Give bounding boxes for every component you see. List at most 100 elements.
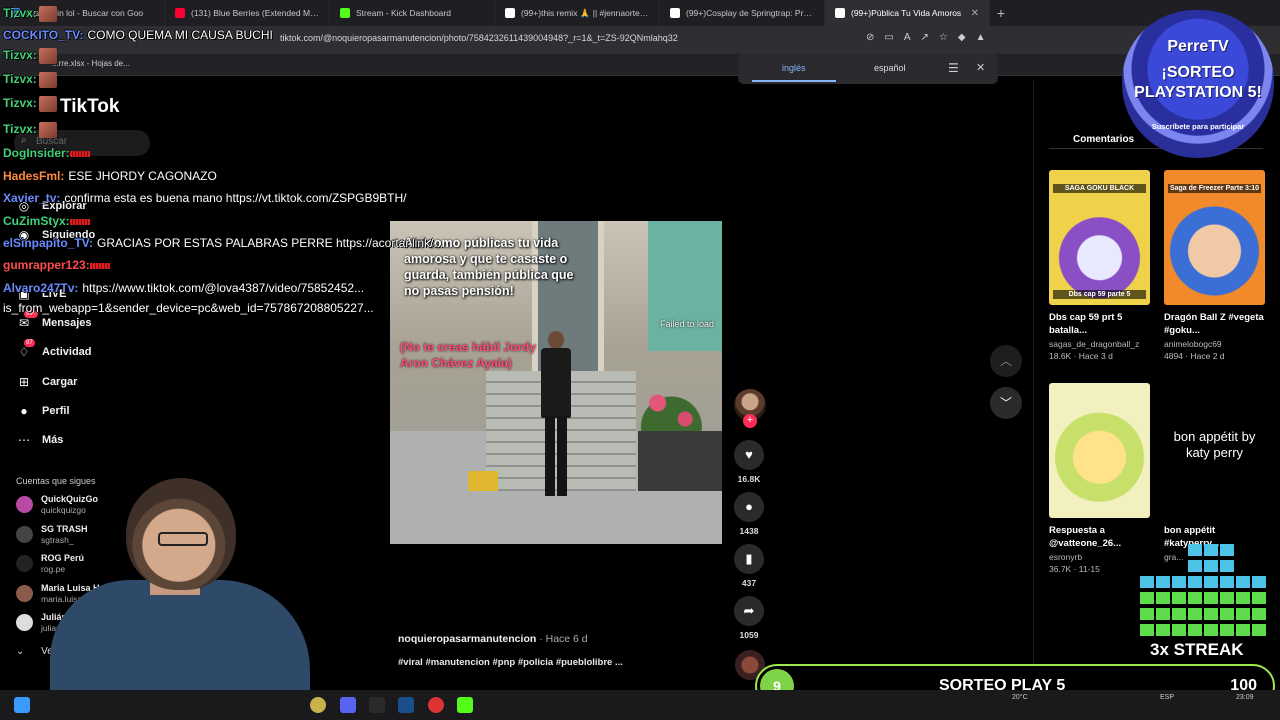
shield-icon[interactable]: ◆ xyxy=(958,32,966,43)
translate-popup: inglés español ☰ ✕ xyxy=(738,54,998,84)
streak-cell xyxy=(1140,608,1154,620)
new-tab-button[interactable]: + xyxy=(990,5,1012,21)
translate-icon[interactable]: A xyxy=(904,32,911,43)
streak-cell xyxy=(1188,560,1202,572)
streak-cell xyxy=(1188,608,1202,620)
photo-planter xyxy=(638,431,722,491)
photo-post[interactable]: Así como públicas tu vida amorosa y que … xyxy=(390,221,722,544)
streak-cell xyxy=(1140,576,1154,588)
lang-to-tab[interactable]: español xyxy=(874,63,906,73)
streak-cell xyxy=(1204,624,1218,636)
extension-icon[interactable]: ▲ xyxy=(976,32,986,43)
badge-line1: ¡SORTEO xyxy=(1161,64,1235,81)
video-stats: 18.6K · Hace 3 d xyxy=(1049,351,1113,361)
perretv-giveaway-badge: PerreTV ¡SORTEO PLAYSTATION 5! Suscríbet… xyxy=(1118,10,1278,160)
video-thumbnail[interactable]: SAGA GOKU BLACK Dbs cap 59 parte 5 xyxy=(1049,170,1150,305)
more-icon: ⋯ xyxy=(18,433,30,447)
tab-label: (99+)this remix 🙏 || #jennaortega #j xyxy=(521,7,649,18)
post-time: 11-15 xyxy=(1078,564,1100,574)
video-thumbnail[interactable]: bon appétit by katy perry xyxy=(1164,383,1265,518)
steam-icon[interactable] xyxy=(398,697,414,713)
video-title[interactable]: Dragón Ball Z #vegeta #goku... xyxy=(1164,311,1265,337)
chevron-up-icon: ︿ xyxy=(999,354,1012,368)
chat-username: DogInsider: xyxy=(3,146,70,160)
chat-username: COCKITO_TV: xyxy=(3,28,84,42)
lang-from-tab[interactable]: inglés xyxy=(782,63,806,73)
tab-close-icon[interactable]: ✕ xyxy=(971,8,979,19)
chat-username: Xavier_tv: xyxy=(3,191,61,205)
related-video-card[interactable]: Saga de Freezer Parte 3:10 Dragón Ball Z … xyxy=(1164,170,1265,361)
cast-icon[interactable]: ▭ xyxy=(884,32,893,43)
app-icon[interactable] xyxy=(310,697,326,713)
previous-post-button[interactable]: ︿ xyxy=(990,345,1022,377)
like-button[interactable]: ♥ 16.8K xyxy=(733,440,765,484)
browser-tab[interactable]: (99+)this remix 🙏 || #jennaortega #j xyxy=(495,0,660,26)
close-icon[interactable]: ✕ xyxy=(976,61,985,74)
bookmark-item[interactable]: ...rre.xlsx - Hojas de... xyxy=(52,59,130,68)
post-author[interactable]: noquieropasarmanutencion · Hace 6 d xyxy=(398,633,588,645)
windows-taskbar: 20°C ESP 23:09 xyxy=(0,690,1280,720)
terminal-icon[interactable] xyxy=(369,697,385,713)
view-count: 18.6K xyxy=(1049,351,1072,361)
chat-username: Tizvx: xyxy=(3,122,37,137)
follow-plus-icon[interactable]: + xyxy=(743,414,757,428)
tiktok-logo[interactable]: TikTok xyxy=(60,96,119,118)
chat-message: CuZimStyx: xyxy=(3,214,90,228)
kick-icon[interactable] xyxy=(457,697,473,713)
streak-cell xyxy=(1236,576,1250,588)
video-author[interactable]: esronyrb xyxy=(1049,552,1150,562)
related-video-card[interactable]: Respuesta a @vatteone_26... esronyrb 36.7K… xyxy=(1049,383,1150,574)
browser-tab[interactable]: (99+)Cosplay de Springtrap: Prueba xyxy=(660,0,825,26)
video-thumbnail[interactable] xyxy=(1049,383,1150,518)
no-sound-icon[interactable]: ⊘ xyxy=(866,32,874,43)
url-field[interactable]: tiktok.com/@noquieropasarmanutencion/pho… xyxy=(280,33,840,49)
post-hashtags[interactable]: #viral #manutencion #pnp #policia #puebl… xyxy=(398,657,623,668)
streak-cell xyxy=(1236,624,1250,636)
video-thumbnail[interactable]: Saga de Freezer Parte 3:10 xyxy=(1164,170,1265,305)
chat-username: gumrapper123: xyxy=(3,258,90,272)
streak-cell xyxy=(1156,592,1170,604)
tab-favicon-icon xyxy=(340,8,350,18)
chat-message: COCKITO_TV: COMO QUEMA MI CAUSA BUCHI xyxy=(3,28,273,42)
obs-icon[interactable] xyxy=(428,697,444,713)
like-count: 16.8K xyxy=(737,474,761,484)
star-icon[interactable]: ☆ xyxy=(939,32,948,43)
browser-tab[interactable]: (99+)Pública Tu Vida Amoros ✕ xyxy=(825,0,990,26)
windows-start-icon[interactable] xyxy=(14,697,30,713)
view-count: 36.7K xyxy=(1049,564,1072,574)
avatar xyxy=(16,525,33,543)
related-video-card[interactable]: SAGA GOKU BLACK Dbs cap 59 parte 5 Dbs cap… xyxy=(1049,170,1150,361)
chevron-down-icon: ﹀ xyxy=(999,396,1012,410)
streak-cell xyxy=(1172,592,1186,604)
chat-message: Tizvx: xyxy=(3,6,57,22)
discord-icon[interactable] xyxy=(340,697,356,713)
share-icon[interactable]: ↗ xyxy=(921,32,929,43)
menu-icon[interactable]: ☰ xyxy=(948,61,959,75)
video-author[interactable]: sagas_de_dragonball_z xyxy=(1049,339,1150,349)
browser-tab[interactable]: Stream - Kick Dashboard xyxy=(330,0,495,26)
browser-tab[interactable]: (131) Blue Berries (Extended Mix) - Y xyxy=(165,0,330,26)
chat-message: Tizvx: xyxy=(3,122,57,138)
video-title[interactable]: Respuesta a @vatteone_26... xyxy=(1049,524,1150,550)
save-button[interactable]: ▮ 437 xyxy=(733,544,765,588)
comment-icon: ● xyxy=(734,492,764,522)
photo-person xyxy=(538,331,574,501)
chat-emote-icon xyxy=(38,48,57,64)
language-indicator[interactable]: ESP xyxy=(1160,694,1174,701)
chat-emote-icon xyxy=(38,6,57,22)
streak-cell xyxy=(1220,624,1234,636)
streak-cell xyxy=(1220,560,1234,572)
share-button[interactable]: ➦ 1059 xyxy=(733,596,765,640)
video-author[interactable]: animelobogc69 xyxy=(1164,339,1265,349)
comment-button[interactable]: ● 1438 xyxy=(733,492,765,536)
chat-username: CuZimStyx: xyxy=(3,214,70,228)
bookmarks-bar: ...rre.xlsx - Hojas de... xyxy=(0,54,1280,76)
video-title[interactable]: Dbs cap 59 prt 5 batalla... xyxy=(1049,311,1150,337)
next-post-button[interactable]: ﹀ xyxy=(990,387,1022,419)
avatar xyxy=(16,614,33,631)
chat-message: Tizvx: xyxy=(3,96,57,112)
streak-cell xyxy=(1220,576,1234,588)
streak-label: 3x STREAK xyxy=(1150,640,1244,659)
streak-cell xyxy=(1252,608,1266,620)
chat-message: gumrapper123: xyxy=(3,258,110,272)
